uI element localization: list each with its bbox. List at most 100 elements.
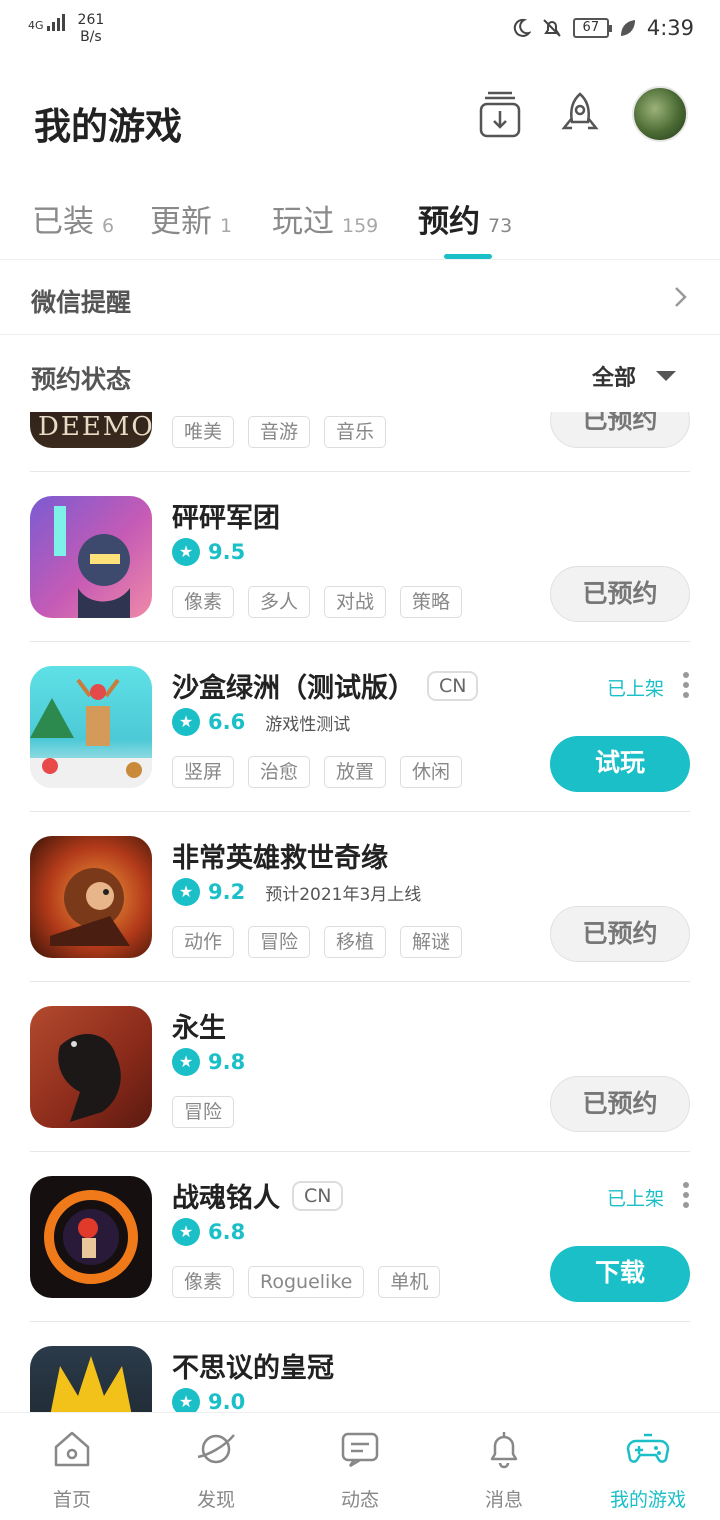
list-item[interactable]: 不思议的皇冠 ★ 9.0 xyxy=(30,1322,690,1412)
game-title: 战魂铭人 xyxy=(172,1183,280,1214)
tag: 解谜 xyxy=(400,926,463,958)
reserved-button[interactable]: 已预约 xyxy=(550,412,690,448)
list-item[interactable]: 沙盒绿洲（测试版） CN 已上架 ★ 6.6 游戏性测试 竖屏 治愈 放置 休闲… xyxy=(30,642,690,812)
game-icon-knight xyxy=(30,496,152,618)
star-icon: ★ xyxy=(172,708,200,736)
star-icon: ★ xyxy=(172,1388,200,1412)
reserved-button[interactable]: 已预约 xyxy=(550,906,690,962)
page-title: 我的游戏 xyxy=(34,105,182,148)
tag: 音乐 xyxy=(324,416,387,448)
tag: 像素 xyxy=(172,1266,235,1298)
nav-feed[interactable]: 动态 xyxy=(288,1427,432,1512)
reservation-status-label: 预约状态 xyxy=(31,365,132,394)
tag-list: 动作 冒险 移植 解谜 xyxy=(172,926,463,958)
rating-score: 9.8 xyxy=(208,1050,246,1074)
tag-list: 冒险 xyxy=(172,1096,235,1128)
tag: 对战 xyxy=(324,586,387,618)
mute-bell-icon xyxy=(543,19,561,37)
tag: 唯美 xyxy=(172,416,235,448)
game-name: 战魂铭人 CN xyxy=(172,1176,344,1215)
star-icon: ★ xyxy=(172,1218,200,1246)
star-icon: ★ xyxy=(172,878,200,906)
rating-score: 6.6 xyxy=(208,710,246,734)
active-tab-indicator xyxy=(444,254,492,259)
rating: ★ 9.5 xyxy=(172,538,245,566)
planet-icon xyxy=(197,1434,235,1464)
bottom-nav: 首页 发现 动态 消息 我的游戏 xyxy=(0,1412,720,1520)
tag: 多人 xyxy=(248,586,311,618)
game-title: 沙盒绿洲（测试版） xyxy=(172,673,415,704)
reserved-button[interactable]: 已预约 xyxy=(550,566,690,622)
rating: ★ 9.0 xyxy=(172,1388,245,1412)
signal-icon: 4G xyxy=(28,12,68,32)
download-manager-icon[interactable] xyxy=(474,90,526,142)
rating: ★ 9.8 xyxy=(172,1048,245,1076)
more-options-icon[interactable] xyxy=(682,1182,690,1208)
rating-score: 9.2 xyxy=(208,880,246,904)
nav-label: 我的游戏 xyxy=(609,1489,686,1511)
list-item[interactable]: 永生 ★ 9.8 冒险 已预约 xyxy=(30,982,690,1152)
tag: 移植 xyxy=(324,926,387,958)
battery-icon: 67 xyxy=(572,18,612,38)
list-item[interactable]: 非常英雄救世奇缘 ★ 9.2 预计2021年3月上线 动作 冒险 移植 解谜 已… xyxy=(30,812,690,982)
tab-count: 73 xyxy=(488,215,513,237)
game-name: 不思议的皇冠 xyxy=(172,1346,334,1385)
game-title: 永生 xyxy=(172,1013,226,1044)
list-item[interactable]: DEEMO 唯美 音游 音乐 已预约 xyxy=(30,412,690,472)
tab-label: 玩过 xyxy=(272,204,334,240)
star-icon: ★ xyxy=(172,538,200,566)
bell-icon xyxy=(490,1432,518,1469)
rating: ★ 6.6 游戏性测试 xyxy=(172,708,350,736)
rocket-icon[interactable] xyxy=(554,90,606,142)
tag: 动作 xyxy=(172,926,235,958)
clock: 4:39 xyxy=(646,16,694,40)
game-icon-deemo: DEEMO xyxy=(30,412,152,448)
game-status-text: 预计2021年3月上线 xyxy=(265,884,422,905)
tab-updates[interactable]: 更新 1 xyxy=(150,196,232,241)
tab-installed[interactable]: 已装 6 xyxy=(32,196,114,241)
wechat-reminder-row[interactable]: 微信提醒 xyxy=(0,261,720,335)
game-icon-crown xyxy=(30,1346,152,1412)
tag: 竖屏 xyxy=(172,756,235,788)
game-title: 砰砰军团 xyxy=(172,503,280,534)
game-name: 沙盒绿洲（测试版） CN xyxy=(172,666,479,705)
tab-bar: 已装 6 更新 1 玩过 159 预约 73 xyxy=(0,180,720,260)
rating-score: 9.0 xyxy=(208,1390,246,1412)
chevron-right-icon xyxy=(675,287,687,307)
home-icon xyxy=(54,1431,90,1467)
header: 我的游戏 xyxy=(0,80,720,160)
download-button[interactable]: 下载 xyxy=(550,1246,690,1302)
status-right: 67 4:39 xyxy=(509,16,694,40)
status-bar: 4G 261 B/s 67 4:39 xyxy=(0,0,720,60)
nav-discover[interactable]: 发现 xyxy=(144,1427,288,1512)
nav-home[interactable]: 首页 xyxy=(0,1427,144,1512)
game-icon-sandbox xyxy=(30,666,152,788)
tab-label: 已装 xyxy=(32,204,94,240)
status-filter-dropdown[interactable]: 全部 xyxy=(592,360,676,392)
tag: 冒险 xyxy=(248,926,311,958)
list-item[interactable]: 战魂铭人 CN 已上架 ★ 6.8 像素 Roguelike 单机 下载 xyxy=(30,1152,690,1322)
reserved-button[interactable]: 已预约 xyxy=(550,1076,690,1132)
game-name: 非常英雄救世奇缘 xyxy=(172,836,388,875)
tag: Roguelike xyxy=(248,1266,365,1298)
try-play-button[interactable]: 试玩 xyxy=(550,736,690,792)
nav-messages[interactable]: 消息 xyxy=(432,1427,576,1512)
more-options-icon[interactable] xyxy=(682,672,690,698)
game-icon-hero xyxy=(30,836,152,958)
nav-label: 发现 xyxy=(196,1489,235,1511)
game-status-text: 游戏性测试 xyxy=(265,714,351,735)
list-item[interactable]: 砰砰军团 ★ 9.5 像素 多人 对战 策略 已预约 xyxy=(30,472,690,642)
nav-my-games[interactable]: 我的游戏 xyxy=(576,1427,720,1512)
game-name: 永生 xyxy=(172,1006,226,1045)
wechat-reminder-label: 微信提醒 xyxy=(31,288,132,317)
region-badge: CN xyxy=(292,1180,344,1211)
avatar[interactable] xyxy=(632,86,688,142)
tag: 音游 xyxy=(248,416,311,448)
tab-played[interactable]: 玩过 159 xyxy=(272,196,378,241)
tab-count: 1 xyxy=(220,215,233,237)
tab-label: 更新 xyxy=(150,204,212,240)
game-icon-soul-knight xyxy=(30,1176,152,1298)
tab-reserved[interactable]: 预约 73 xyxy=(418,196,512,241)
tag: 单机 xyxy=(378,1266,441,1298)
rating-score: 6.8 xyxy=(208,1220,246,1244)
